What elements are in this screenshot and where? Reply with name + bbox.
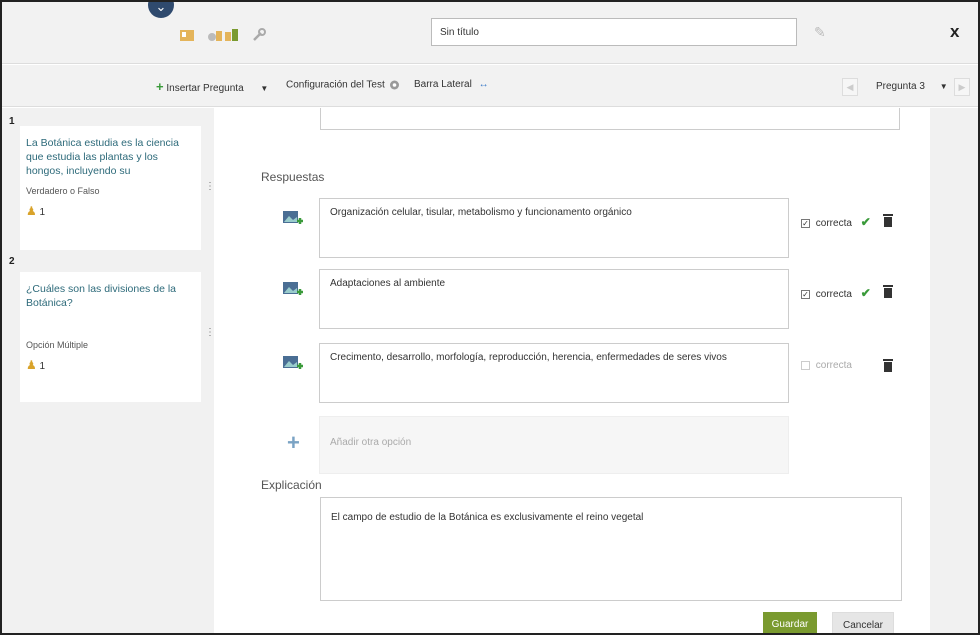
person-icon: ♟ bbox=[26, 358, 37, 372]
question-select-value: Pregunta 3 bbox=[876, 81, 925, 92]
checkmark-icon: ✔ bbox=[860, 286, 871, 300]
question-points: ♟ 1 bbox=[26, 358, 195, 372]
trash-icon[interactable] bbox=[883, 213, 893, 227]
add-option-field[interactable]: Añadir otra opción bbox=[319, 416, 789, 474]
add-option-plus-icon[interactable]: + bbox=[287, 430, 300, 456]
test-config-label: Configuración del Test bbox=[286, 79, 385, 91]
question-editor: Respuestas Organización celular, tisular… bbox=[235, 108, 930, 633]
trash-icon[interactable] bbox=[883, 358, 893, 372]
answer-text-field[interactable]: Adaptaciones al ambiente bbox=[319, 269, 789, 329]
close-button[interactable]: x bbox=[950, 22, 959, 42]
points-value: 1 bbox=[39, 207, 46, 218]
select-caret-icon: ▼ bbox=[939, 82, 948, 91]
question-type: Verdadero o Falso bbox=[26, 186, 100, 196]
test-title-input[interactable] bbox=[431, 18, 797, 46]
answer-text-field[interactable]: Crecimento, desarrollo, morfología, repr… bbox=[319, 343, 789, 403]
checkmark-icon: ✔ bbox=[860, 215, 871, 229]
question-number: 1 bbox=[9, 116, 15, 127]
question-type: Opción Múltiple bbox=[26, 340, 89, 350]
insert-question-button[interactable]: + Insertar Pregunta ▼ bbox=[156, 79, 268, 94]
add-image-icon[interactable] bbox=[283, 281, 303, 299]
correct-checkbox[interactable]: correcta bbox=[801, 360, 852, 371]
media-icon[interactable] bbox=[207, 28, 223, 42]
checkbox-unchecked-icon bbox=[801, 360, 810, 370]
explanation-heading: Explicación bbox=[261, 478, 322, 492]
question-text: La Botánica estudia es la ciencia que es… bbox=[26, 137, 179, 177]
correct-checkbox[interactable]: ✓ correcta ✔ bbox=[801, 286, 871, 300]
edit-pencil-icon[interactable]: ✎ bbox=[814, 24, 832, 42]
sidebar-toggle-button[interactable]: Barra Lateral ↔ bbox=[414, 79, 489, 90]
question-list-panel: 1 La Botánica estudia es la ciencia que … bbox=[2, 108, 215, 633]
save-button[interactable]: Guardar bbox=[763, 612, 817, 633]
app-window: ⌄ ✎ x + Insertar Pregunta ▼ Configuració… bbox=[0, 0, 980, 635]
add-option-row: + Añadir otra opción bbox=[283, 416, 803, 476]
gear-icon bbox=[389, 80, 399, 90]
checkbox-checked-icon: ✓ bbox=[801, 289, 810, 299]
person-icon: ♟ bbox=[26, 204, 37, 218]
next-question-button[interactable]: ▶ bbox=[954, 78, 970, 96]
explanation-text-field[interactable]: El campo de estudio de la Botánica es ex… bbox=[320, 497, 902, 601]
correct-label: correcta bbox=[815, 218, 852, 229]
add-image-icon[interactable] bbox=[283, 210, 303, 228]
dropdown-caret-icon: ▼ bbox=[260, 84, 269, 93]
drag-handle-icon[interactable]: ⋮ bbox=[205, 181, 215, 192]
question-text: ¿Cuáles son las divisiones de la Botánic… bbox=[26, 283, 176, 309]
test-config-button[interactable]: Configuración del Test bbox=[286, 79, 401, 91]
question-points: ♟ 1 bbox=[26, 204, 195, 218]
question-card[interactable]: La Botánica estudia es la ciencia que es… bbox=[20, 126, 215, 250]
answer-row: Adaptaciones al ambiente ✓ correcta ✔ bbox=[283, 269, 923, 331]
answer-text-field[interactable]: Organización celular, tisular, metabolis… bbox=[319, 198, 789, 258]
correct-label: correcta bbox=[815, 360, 852, 371]
answer-row: Organización celular, tisular, metabolis… bbox=[283, 198, 923, 260]
menu-chevron-icon[interactable]: ⌄ bbox=[148, 2, 174, 18]
library-icon[interactable] bbox=[224, 28, 240, 42]
sidebar-toggle-label: Barra Lateral bbox=[414, 79, 472, 90]
answer-row: Crecimento, desarrollo, morfología, repr… bbox=[283, 343, 923, 405]
trash-icon[interactable] bbox=[883, 284, 893, 298]
points-value: 1 bbox=[39, 361, 46, 372]
expand-arrows-icon: ↔ bbox=[478, 79, 489, 90]
plus-icon: + bbox=[156, 79, 164, 94]
checkbox-checked-icon: ✓ bbox=[801, 218, 810, 228]
right-gutter bbox=[930, 108, 978, 633]
drag-handle-icon[interactable]: ⋮ bbox=[205, 327, 215, 338]
question-select[interactable]: Pregunta 3 ▼ bbox=[862, 77, 950, 97]
add-image-icon[interactable] bbox=[283, 355, 303, 373]
question-card[interactable]: ¿Cuáles son las divisiones de la Botánic… bbox=[20, 272, 215, 402]
correct-label: correcta bbox=[815, 289, 852, 300]
insert-question-label: Insertar Pregunta bbox=[166, 83, 244, 94]
question-number: 2 bbox=[9, 256, 15, 267]
correct-checkbox[interactable]: ✓ correcta ✔ bbox=[801, 215, 871, 229]
toolbar: + Insertar Pregunta ▼ Configuración del … bbox=[2, 65, 978, 107]
top-bar: ⌄ ✎ x bbox=[2, 2, 978, 64]
cancel-button[interactable]: Cancelar bbox=[832, 612, 894, 633]
prev-question-button[interactable]: ◀ bbox=[842, 78, 858, 96]
wrench-icon[interactable] bbox=[251, 28, 267, 42]
question-text-box[interactable] bbox=[320, 108, 900, 130]
book-icon[interactable] bbox=[179, 28, 195, 42]
answers-heading: Respuestas bbox=[261, 170, 325, 184]
